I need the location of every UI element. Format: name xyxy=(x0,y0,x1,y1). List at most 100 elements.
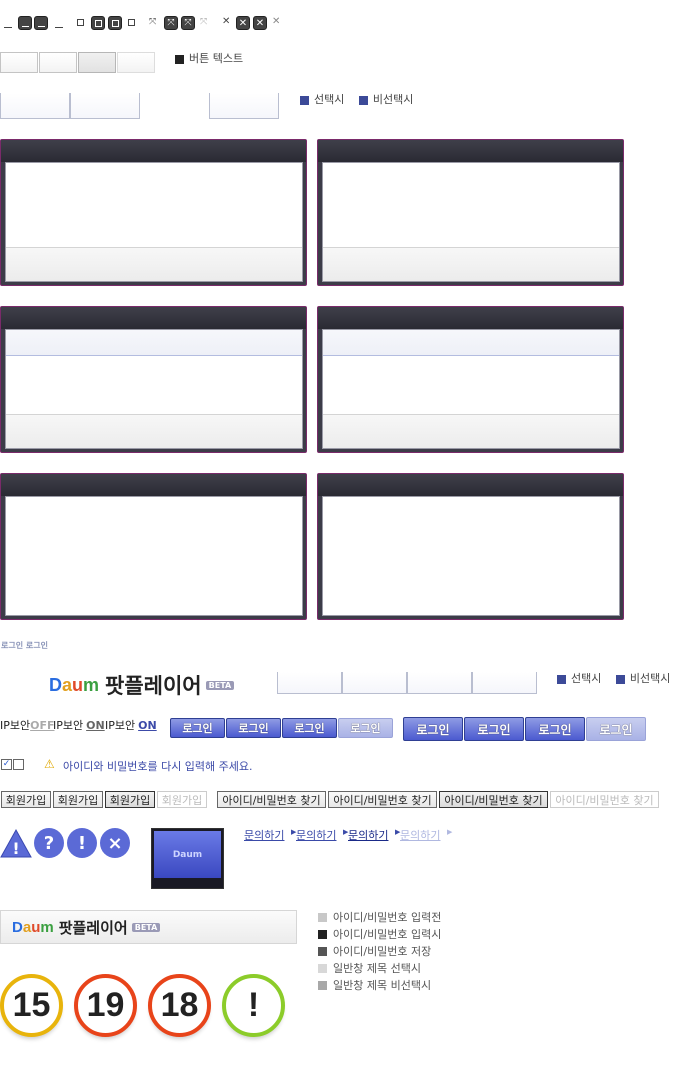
minimize-icon[interactable] xyxy=(55,27,63,28)
window-content xyxy=(322,329,620,449)
tab-sample-selected[interactable] xyxy=(209,93,279,119)
warning-triangle-icon: ! xyxy=(0,828,32,858)
window-titlebar[interactable] xyxy=(1,474,306,496)
checkbox-checked[interactable]: ✓ xyxy=(1,759,12,770)
maximize-icon[interactable] xyxy=(108,16,122,30)
beta-badge: BETA xyxy=(205,680,235,690)
login-button[interactable]: 로그인 xyxy=(170,718,225,738)
close-icon[interactable]: ✕ xyxy=(222,16,230,27)
legend-selected: 선택시 xyxy=(314,93,345,106)
swatch-label: 아이디/비밀번호 입력전 xyxy=(333,911,442,924)
fullscreen-icon[interactable]: ⤧ xyxy=(200,17,207,27)
fullscreen-icon[interactable]: ⤧ xyxy=(181,16,195,30)
sample-button-disabled[interactable] xyxy=(117,52,155,73)
swatch-row: 아이디/비밀번호 입력시 xyxy=(318,926,441,942)
window-content xyxy=(322,496,620,616)
sample-button-normal[interactable] xyxy=(0,52,38,73)
logo-tab-legend: 선택시 비선택시 xyxy=(557,670,670,686)
legend-swatch xyxy=(175,54,184,64)
login-button-disabled[interactable]: 로그인 xyxy=(338,718,393,738)
dialog-window xyxy=(0,306,307,453)
window-content xyxy=(5,329,303,449)
window-header xyxy=(6,330,302,356)
join-button[interactable]: 회원가입 xyxy=(53,791,103,808)
join-button-disabled[interactable]: 회원가입 xyxy=(157,791,207,808)
window-titlebar[interactable] xyxy=(318,474,623,496)
sample-button-pressed[interactable] xyxy=(78,52,116,73)
ip-security-toggle[interactable]: IP보안 ON xyxy=(105,717,157,733)
window-content xyxy=(322,162,620,282)
window-titlebar[interactable] xyxy=(318,307,623,329)
checkbox-unchecked[interactable] xyxy=(13,759,24,770)
close-icon[interactable]: ✕ xyxy=(272,16,280,27)
tab-sample[interactable] xyxy=(342,672,407,694)
find-id-password-button[interactable]: 아이디/비밀번호 찾기 xyxy=(217,791,326,808)
window-titlebar[interactable] xyxy=(318,140,623,162)
tab-sample[interactable] xyxy=(277,672,342,694)
maximize-icon[interactable] xyxy=(77,19,84,26)
maximize-icon[interactable] xyxy=(128,19,135,26)
window-content xyxy=(5,162,303,282)
window-header xyxy=(323,330,619,356)
tab-sample[interactable] xyxy=(472,672,537,694)
ip-security-toggle[interactable]: IP보안 ON xyxy=(53,717,105,733)
warning-icon: ⚠ xyxy=(44,757,55,771)
color-swatch xyxy=(318,980,327,990)
window-titlebar[interactable] xyxy=(1,307,306,329)
inquiry-link[interactable]: 문의하기 xyxy=(244,827,284,843)
close-icon[interactable]: ✕ xyxy=(253,16,267,30)
login-button[interactable]: 로그인 xyxy=(464,717,524,741)
ip-state: ON xyxy=(86,719,105,732)
dialog-window xyxy=(0,139,307,286)
swatch-label: 아이디/비밀번호 저장 xyxy=(333,945,432,958)
join-button[interactable]: 회원가입 xyxy=(105,791,155,808)
legend-swatch xyxy=(358,95,368,105)
color-swatch xyxy=(318,946,327,956)
find-id-password-button[interactable]: 아이디/비밀번호 찾기 xyxy=(328,791,437,808)
minimize-icon[interactable] xyxy=(18,16,32,30)
tab-legend: 선택시 비선택시 xyxy=(300,91,413,107)
find-id-password-button-disabled[interactable]: 아이디/비밀번호 찾기 xyxy=(550,791,659,808)
sample-button-hover[interactable] xyxy=(39,52,77,73)
login-button-disabled[interactable]: 로그인 xyxy=(586,717,646,741)
tab-sample[interactable] xyxy=(407,672,472,694)
logo-text: 팟플레이어 xyxy=(105,674,202,698)
inquiry-link[interactable]: 문의하기 xyxy=(348,827,388,843)
tab-sample[interactable] xyxy=(0,93,70,119)
logo-banner: Daum 팟플레이어 BETA xyxy=(0,910,297,944)
question-icon: ? xyxy=(34,828,64,858)
swatch-row: 아이디/비밀번호 입력전 xyxy=(318,909,441,925)
login-button[interactable]: 로그인 xyxy=(525,717,585,741)
inquiry-link[interactable]: 문의하기 xyxy=(296,827,336,843)
potplayer-logo: Daum 팟플레이어 BETA xyxy=(49,670,235,700)
exclaim-icon: ! xyxy=(67,828,97,858)
login-button[interactable]: 로그인 xyxy=(403,717,463,741)
find-id-password-button[interactable]: 아이디/비밀번호 찾기 xyxy=(439,791,548,808)
swatch-row: 일반창 제목 선택시 xyxy=(318,960,421,976)
close-icon[interactable]: ✕ xyxy=(236,16,250,30)
tab-sample[interactable] xyxy=(70,93,140,119)
window-titlebar[interactable] xyxy=(1,140,306,162)
login-button[interactable]: 로그인 xyxy=(226,718,281,738)
minimize-icon[interactable] xyxy=(4,27,12,28)
minimize-icon[interactable] xyxy=(34,16,48,30)
potplayer-logo: Daum 팟플레이어 BETA xyxy=(12,917,161,938)
ip-state: OFF xyxy=(30,719,55,732)
legend-swatch xyxy=(615,674,625,684)
login-button[interactable]: 로그인 xyxy=(282,718,337,738)
inquiry-link-disabled[interactable]: 문의하기 xyxy=(400,827,440,843)
window-footer xyxy=(323,414,619,448)
logo-text: 팟플레이어 xyxy=(58,919,128,937)
join-button[interactable]: 회원가입 xyxy=(1,791,51,808)
dialog-window xyxy=(0,473,307,620)
swatch-label: 일반창 제목 선택시 xyxy=(333,962,421,975)
fullscreen-icon[interactable]: ⤧ xyxy=(149,17,156,27)
ip-security-toggle[interactable]: IP보안OFF xyxy=(0,717,55,733)
daum-logo-icon: Daum xyxy=(154,831,221,878)
close-circle-icon: × xyxy=(100,828,130,858)
window-content xyxy=(5,496,303,616)
beta-badge: BETA xyxy=(131,923,161,932)
legend-selected: 선택시 xyxy=(571,672,602,685)
maximize-icon[interactable] xyxy=(91,16,105,30)
fullscreen-icon[interactable]: ⤧ xyxy=(164,16,178,30)
